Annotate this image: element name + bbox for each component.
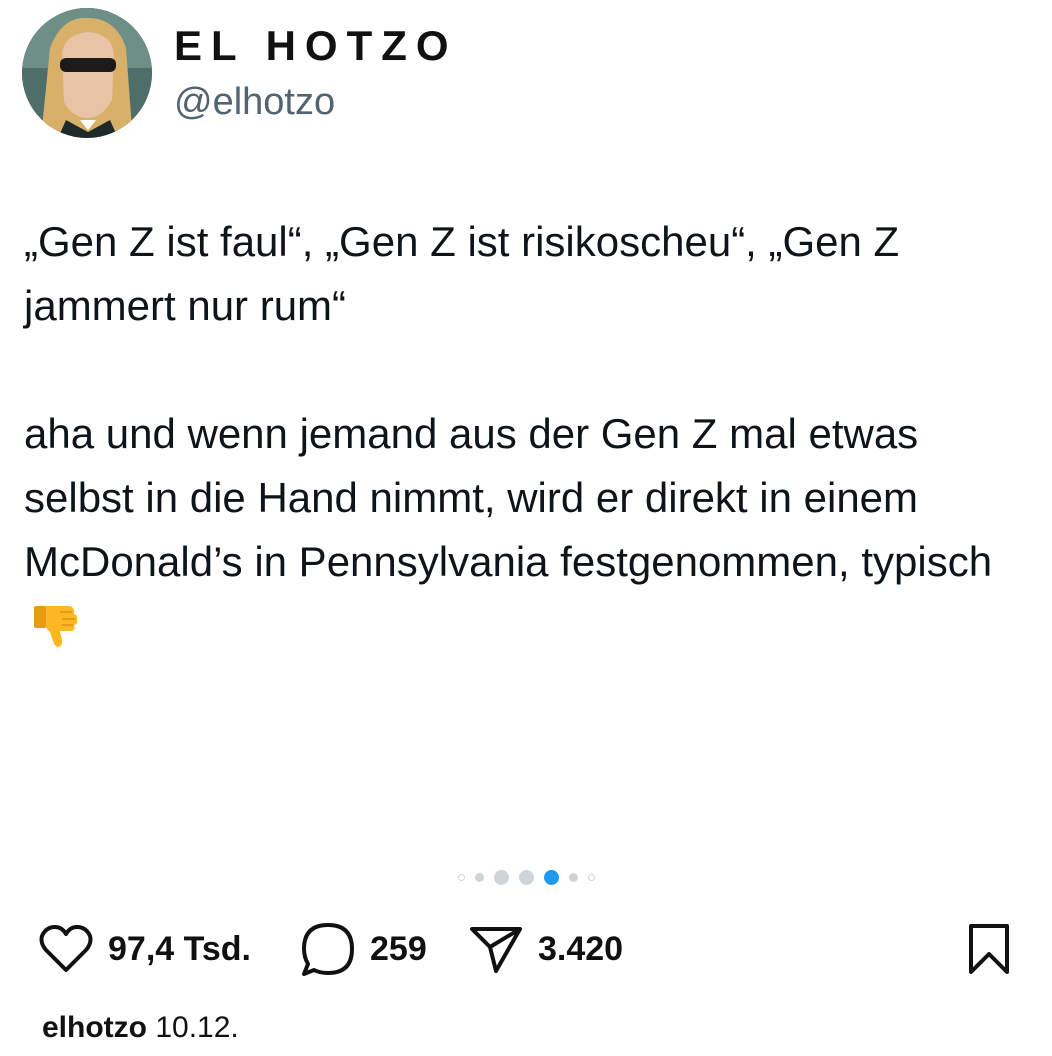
carousel-dot[interactable] <box>587 874 595 881</box>
comment-button[interactable]: 259 <box>300 918 427 980</box>
share-button[interactable]: 3.420 <box>468 918 623 980</box>
heart-icon <box>39 925 93 972</box>
like-count: 97,4 Tsd. <box>108 929 251 968</box>
thumbs-down-icon <box>30 598 82 650</box>
share-count: 3.420 <box>538 929 624 968</box>
carousel-dot[interactable] <box>568 873 578 882</box>
action-bar: 97,4 Tsd. 259 3.420 <box>38 918 1012 980</box>
carousel-indicator <box>0 870 1052 885</box>
tweet-paragraph-2: aha und wenn jemand aus der Gen Z mal et… <box>24 402 1034 658</box>
carousel-dot[interactable] <box>474 873 484 882</box>
send-icon <box>470 927 522 973</box>
display-name[interactable]: EL HOTZO <box>174 22 458 70</box>
carousel-dot[interactable] <box>457 874 465 881</box>
tweet-paragraph-2-text: aha und wenn jemand aus der Gen Z mal et… <box>24 410 993 585</box>
footer-username[interactable]: elhotzo <box>42 1011 147 1044</box>
carousel-dot-active[interactable] <box>543 870 559 885</box>
handle[interactable]: @elhotzo <box>174 80 335 124</box>
post-date: 10.12. <box>155 1011 239 1044</box>
post-footer: elhotzo 10.12. <box>42 1008 239 1048</box>
avatar[interactable] <box>22 8 152 138</box>
carousel-dot[interactable] <box>493 870 509 885</box>
comment-count: 259 <box>370 929 427 968</box>
carousel-dot[interactable] <box>518 870 534 885</box>
like-button[interactable]: 97,4 Tsd. <box>38 918 251 980</box>
tweet-text: „Gen Z ist faul“, „Gen Z ist risikoscheu… <box>24 210 1034 658</box>
tweet-paragraph-1: „Gen Z ist faul“, „Gen Z ist risikoscheu… <box>24 218 900 329</box>
bookmark-icon <box>969 924 1009 974</box>
avatar-image <box>22 8 152 138</box>
comment-icon <box>302 923 354 976</box>
bookmark-button[interactable] <box>966 918 1012 980</box>
